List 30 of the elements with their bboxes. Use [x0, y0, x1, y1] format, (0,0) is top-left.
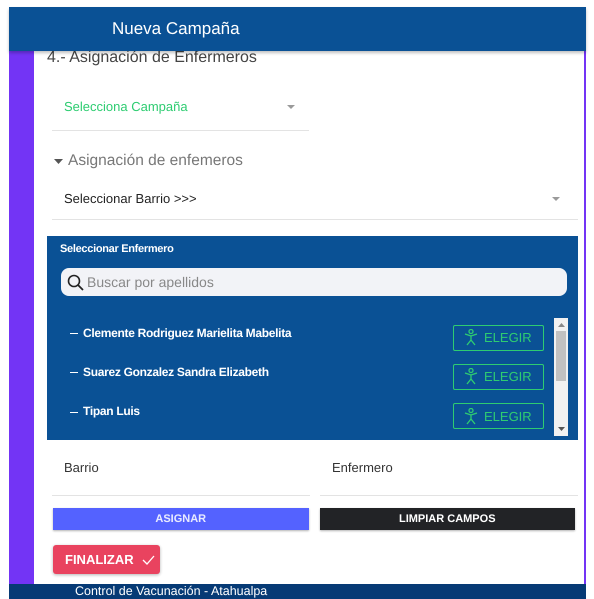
- section-title: 4.- Asignación de Enfermeros: [47, 49, 258, 67]
- scroll-thumb[interactable]: [556, 331, 566, 381]
- text-field[interactable]: Enfermero: [320, 440, 578, 496]
- person-icon: [464, 329, 478, 346]
- nurse-name: Suarez Gonzalez Sandra Elizabeth: [83, 364, 270, 379]
- caret-icon: [54, 158, 63, 164]
- scroll-up-icon: [558, 323, 564, 327]
- choose-button[interactable]: ELEGIR: [453, 364, 544, 390]
- barrio-select[interactable]: Seleccionar Barrio >>>: [52, 178, 578, 220]
- finish-button[interactable]: FINALIZAR: [53, 545, 160, 574]
- header-title: Nueva Campaña: [112, 19, 240, 39]
- expansion-header[interactable]: Asignación de enfemeros: [54, 152, 243, 170]
- clear-button[interactable]: LIMPIAR CAMPOS: [320, 508, 575, 530]
- dropdown-caret-icon: [552, 196, 560, 200]
- person-icon: [464, 408, 478, 425]
- nurse-name: Clemente Rodriguez Marielita Mabelita: [83, 326, 293, 340]
- panel-title: Seleccionar Enfermero: [60, 243, 175, 255]
- text-field[interactable]: Barrio: [52, 440, 310, 496]
- choose-button[interactable]: ELEGIR: [453, 324, 544, 351]
- footer-text: Control de Vacunación - Atahualpa: [75, 584, 268, 599]
- check-icon: [142, 554, 155, 564]
- search-field[interactable]: Buscar por apellidos: [61, 268, 567, 296]
- scroll-down-icon: [558, 427, 564, 431]
- nurse-name: Tipan Luis: [83, 404, 141, 418]
- assign-button[interactable]: ASIGNAR: [53, 508, 308, 530]
- person-icon: [464, 368, 478, 386]
- choose-button[interactable]: ELEGIR: [453, 403, 544, 430]
- campaign-select[interactable]: Selecciona Campaña: [52, 83, 309, 131]
- scrollbar[interactable]: [554, 318, 568, 436]
- dropdown-caret-icon: [287, 104, 295, 108]
